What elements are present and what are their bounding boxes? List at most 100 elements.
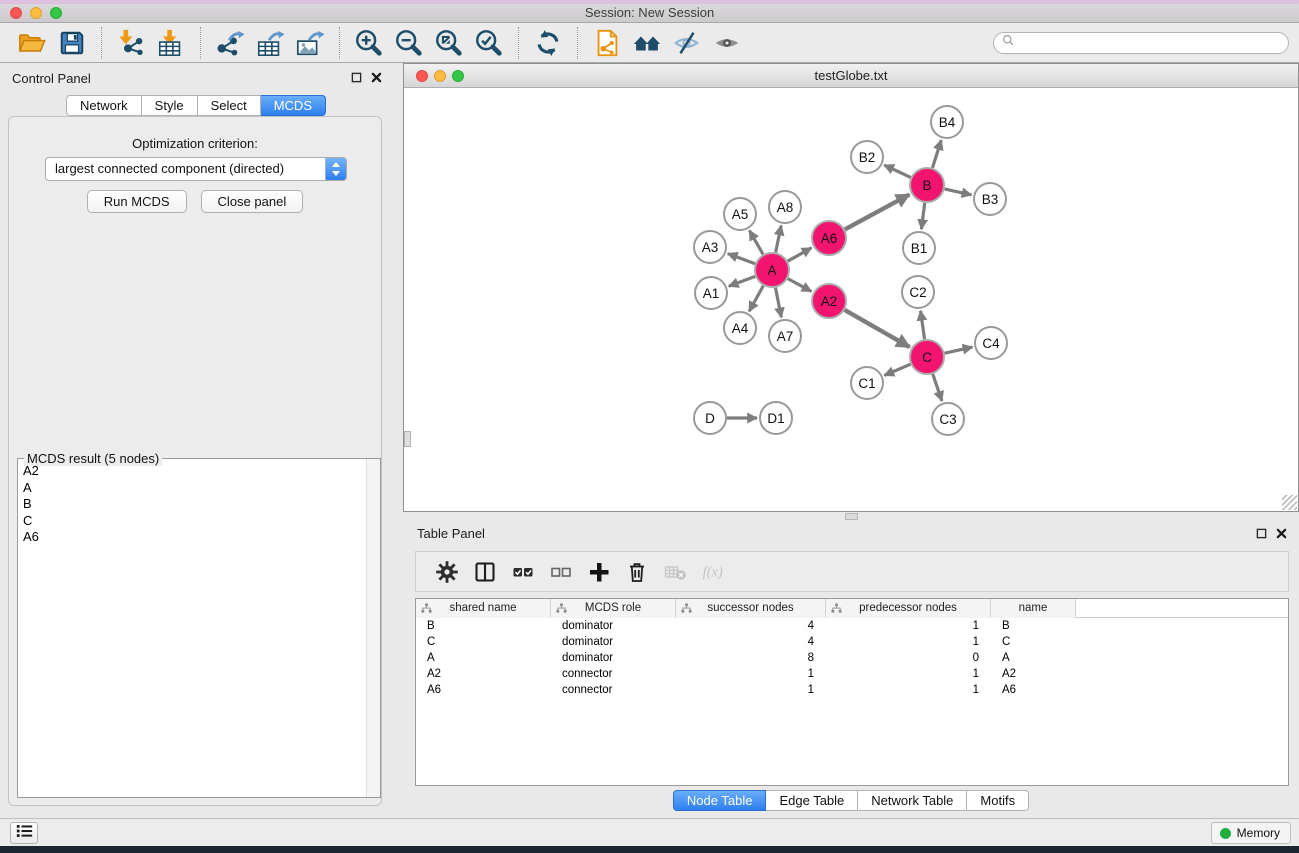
table-cell[interactable]: A2 xyxy=(991,666,1076,682)
memory-button[interactable]: Memory xyxy=(1211,822,1291,844)
zoom-fit-icon[interactable] xyxy=(434,28,464,58)
table-cell[interactable]: B xyxy=(416,618,551,634)
close-panel-button[interactable]: Close panel xyxy=(201,190,304,213)
graph-node-B[interactable]: B xyxy=(910,168,944,202)
split-divider-handle[interactable] xyxy=(845,513,858,520)
refresh-icon[interactable] xyxy=(533,28,563,58)
export-table-icon[interactable] xyxy=(255,28,285,58)
graph-edge-C-C1[interactable] xyxy=(884,364,910,375)
table-cell[interactable]: 0 xyxy=(826,650,991,666)
graph-node-A[interactable]: A xyxy=(755,253,789,287)
graph-node-B4[interactable]: B4 xyxy=(931,106,963,138)
network-file-icon[interactable] xyxy=(592,28,622,58)
export-network-icon[interactable] xyxy=(215,28,245,58)
graph-node-A5[interactable]: A5 xyxy=(724,198,756,230)
graph-edge-C-C4[interactable] xyxy=(945,347,973,353)
resize-grip-icon[interactable] xyxy=(1282,495,1297,510)
graph-edge-B-B3[interactable] xyxy=(945,189,972,195)
graph-edge-A-A3[interactable] xyxy=(728,254,755,264)
close-panel-icon[interactable] xyxy=(1276,528,1287,539)
table-cell[interactable]: 1 xyxy=(676,666,826,682)
tab-select[interactable]: Select xyxy=(198,95,261,116)
zoom-out-icon[interactable] xyxy=(394,28,424,58)
graph-edge-A-A2[interactable] xyxy=(788,279,812,292)
graph-edge-A6-B[interactable] xyxy=(845,195,910,230)
column-header-MCDS-role[interactable]: MCDS role xyxy=(551,599,676,618)
table-cell[interactable]: dominator xyxy=(551,634,676,650)
graph-edge-B-B1[interactable] xyxy=(921,203,924,229)
run-mcds-button[interactable]: Run MCDS xyxy=(87,190,187,213)
column-header-successor-nodes[interactable]: successor nodes xyxy=(676,599,826,618)
table-cell[interactable]: A xyxy=(991,650,1076,666)
table-cell[interactable]: 4 xyxy=(676,618,826,634)
table-cell[interactable]: 1 xyxy=(826,618,991,634)
home-icon[interactable] xyxy=(632,28,662,58)
table-row[interactable]: Adominator80A xyxy=(416,650,1288,666)
graph-node-A1[interactable]: A1 xyxy=(695,277,727,309)
close-network-button[interactable] xyxy=(416,70,428,82)
graph-node-B1[interactable]: B1 xyxy=(903,232,935,264)
graph-edge-A-A8[interactable] xyxy=(776,226,782,253)
table-cell[interactable]: connector xyxy=(551,666,676,682)
delete-column-icon[interactable] xyxy=(625,560,649,584)
result-scrollbar[interactable] xyxy=(366,459,380,797)
table-cell[interactable]: 1 xyxy=(826,634,991,650)
columns-icon[interactable] xyxy=(473,560,497,584)
graph-edge-A-A4[interactable] xyxy=(749,286,763,312)
table-cell[interactable]: A2 xyxy=(416,666,551,682)
open-file-icon[interactable] xyxy=(17,28,47,58)
import-network-icon[interactable] xyxy=(116,28,146,58)
tab-motifs[interactable]: Motifs xyxy=(967,790,1029,811)
graph-edge-C-C3[interactable] xyxy=(933,374,942,401)
graph-node-D1[interactable]: D1 xyxy=(760,402,792,434)
graph-node-C[interactable]: C xyxy=(910,340,944,374)
graph-node-A4[interactable]: A4 xyxy=(724,312,756,344)
show-eye-icon[interactable] xyxy=(712,28,742,58)
close-window-button[interactable] xyxy=(10,7,22,19)
table-cell[interactable]: 8 xyxy=(676,650,826,666)
graph-node-B3[interactable]: B3 xyxy=(974,183,1006,215)
graph-node-D[interactable]: D xyxy=(694,402,726,434)
tab-edge-table[interactable]: Edge Table xyxy=(766,790,858,811)
table-cell[interactable]: dominator xyxy=(551,618,676,634)
table-cell[interactable]: 4 xyxy=(676,634,826,650)
gear-icon[interactable] xyxy=(435,560,459,584)
tab-style[interactable]: Style xyxy=(142,95,198,116)
graph-node-C2[interactable]: C2 xyxy=(902,276,934,308)
add-column-icon[interactable] xyxy=(587,560,611,584)
table-row[interactable]: A6connector11A6 xyxy=(416,682,1288,698)
table-cell[interactable]: A xyxy=(416,650,551,666)
mcds-result-item[interactable]: A6 xyxy=(19,529,365,546)
mcds-result-list[interactable]: A2ABCA6 xyxy=(19,463,365,796)
table-cell[interactable]: A6 xyxy=(991,682,1076,698)
graph-node-A2[interactable]: A2 xyxy=(812,284,846,318)
table-cell[interactable]: dominator xyxy=(551,650,676,666)
graph-node-C1[interactable]: C1 xyxy=(851,367,883,399)
zoom-window-button[interactable] xyxy=(50,7,62,19)
table-cell[interactable]: 1 xyxy=(826,682,991,698)
optimization-criterion-select[interactable]: largest connected component (directed) xyxy=(45,157,347,181)
task-history-button[interactable] xyxy=(10,822,38,844)
table-cell[interactable]: connector xyxy=(551,682,676,698)
tab-network[interactable]: Network xyxy=(66,95,142,116)
hide-eye-icon[interactable] xyxy=(672,28,702,58)
float-panel-icon[interactable] xyxy=(1256,528,1267,539)
import-table-icon[interactable] xyxy=(156,28,186,58)
search-input[interactable] xyxy=(1020,35,1280,50)
graph-node-C3[interactable]: C3 xyxy=(932,403,964,435)
table-cell[interactable]: 1 xyxy=(826,666,991,682)
mcds-result-item[interactable]: A2 xyxy=(19,463,365,480)
table-row[interactable]: Bdominator41B xyxy=(416,618,1288,634)
graph-node-C4[interactable]: C4 xyxy=(975,327,1007,359)
tab-mcds[interactable]: MCDS xyxy=(261,95,326,116)
minimize-window-button[interactable] xyxy=(30,7,42,19)
network-canvas[interactable]: B4B2BB3A5A8A6A3B1AA1C2A2A4A7C4CC1C3DD1 xyxy=(404,89,1298,511)
column-header-predecessor-nodes[interactable]: predecessor nodes xyxy=(826,599,991,618)
table-cell[interactable]: C xyxy=(416,634,551,650)
graph-edge-A-A5[interactable] xyxy=(749,230,763,254)
float-panel-icon[interactable] xyxy=(351,72,362,83)
graph-edge-A2-C[interactable] xyxy=(845,310,910,347)
graph-node-A3[interactable]: A3 xyxy=(694,231,726,263)
graph-node-A7[interactable]: A7 xyxy=(769,320,801,352)
column-header-name[interactable]: name xyxy=(991,599,1076,618)
